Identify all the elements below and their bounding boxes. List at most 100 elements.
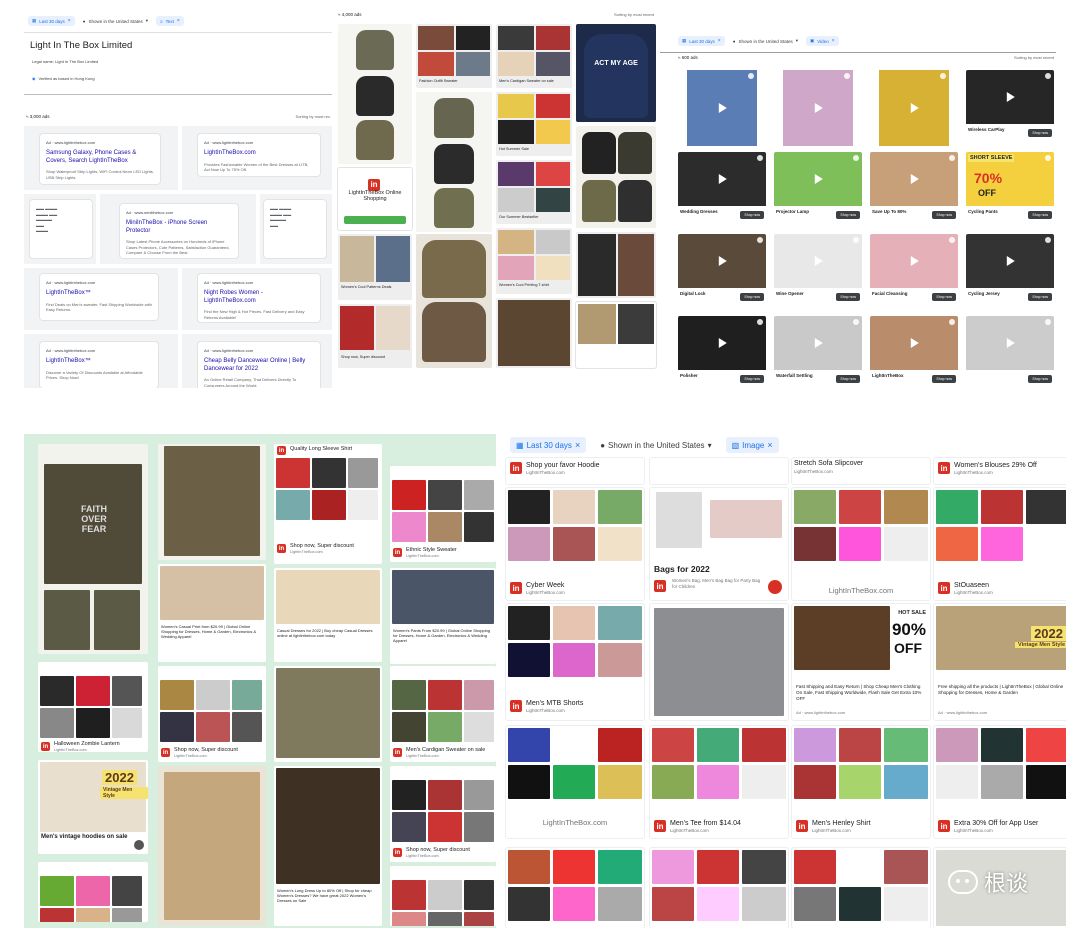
video-thumbnail[interactable]	[678, 152, 766, 206]
ad-tile[interactable]	[576, 232, 656, 298]
ad-tile[interactable]: in Men's MTB Shorts LightInTheBox.com	[506, 604, 644, 720]
info-icon[interactable]	[853, 319, 859, 325]
region-filter-chip[interactable]: ● Shown in the United States ▾	[729, 36, 802, 46]
ad-tile[interactable]	[390, 866, 496, 926]
play-icon[interactable]	[1006, 92, 1015, 102]
video-thumbnail[interactable]	[783, 70, 853, 146]
video-thumbnail[interactable]	[678, 316, 766, 370]
play-icon[interactable]	[718, 256, 727, 266]
video-ad-tile[interactable]: SHORT SLEEVE 70% OFF Cycling Pants Shop now	[966, 152, 1054, 228]
ad-tile[interactable]: Bags for 2022 in Women's Bag, Men's Bag Ba…	[650, 488, 788, 600]
video-ad-tile[interactable]	[774, 70, 862, 146]
ad-tile[interactable]	[338, 24, 412, 164]
ad-tile[interactable]	[576, 302, 656, 368]
video-ad-tile[interactable]: Facial Cleansing Shop now	[870, 234, 958, 310]
ad-tile[interactable]: in Shop now, Super discount LightInTheBox.…	[390, 766, 496, 862]
video-ad-tile[interactable]: Shop now	[966, 316, 1054, 388]
play-icon[interactable]	[1006, 338, 1015, 348]
ad-tile[interactable]: in Shop now, Super discount LightInTheBox.…	[158, 666, 266, 762]
shop-now-button[interactable]: Shop now	[932, 375, 956, 383]
play-icon[interactable]	[814, 338, 823, 348]
region-filter-chip[interactable]: ● Shown in the United States ▾	[594, 438, 717, 453]
ad-tile[interactable]: Women's Pants From $20.99 | Global Onlin…	[390, 568, 496, 664]
video-thumbnail[interactable]	[879, 70, 949, 146]
region-filter-chip[interactable]: ● Shown in the United States ▾	[79, 16, 152, 26]
sort-label[interactable]: Sorting by most rec	[296, 114, 330, 119]
play-icon[interactable]	[1006, 256, 1015, 266]
ad-tile[interactable]: Women's Cool Printing T-shirt	[496, 228, 572, 294]
video-thumbnail[interactable]	[774, 152, 862, 206]
close-icon[interactable]: ×	[68, 18, 71, 24]
date-filter-chip[interactable]: ▦ Last 30 days ×	[510, 437, 587, 453]
ad-tile[interactable]: Quality Long Sleeve Shirt in in Shop now, S…	[274, 444, 382, 564]
ad-tile[interactable]	[792, 848, 930, 928]
ad-card[interactable]: Ad · www.lightinthebox.com Night Robes W…	[198, 274, 320, 322]
video-thumbnail[interactable]	[870, 234, 958, 288]
close-icon[interactable]: ×	[718, 38, 721, 44]
date-filter-chip[interactable]: ▦ Last 30 days ×	[678, 36, 725, 46]
ad-tile[interactable]	[416, 234, 492, 368]
info-icon[interactable]	[757, 237, 763, 243]
close-icon[interactable]: ×	[575, 440, 580, 450]
play-icon[interactable]	[718, 174, 727, 184]
play-icon[interactable]	[814, 103, 823, 113]
video-ad-tile[interactable]	[678, 70, 766, 146]
info-icon[interactable]	[1045, 237, 1051, 243]
play-icon[interactable]	[814, 256, 823, 266]
info-icon[interactable]	[949, 155, 955, 161]
info-icon[interactable]	[1045, 73, 1051, 79]
shop-now-button[interactable]: Shop now	[1028, 375, 1052, 383]
ad-tile[interactable]: Stretch Sofa Slipcover LightInTheBox.com	[792, 458, 930, 484]
shop-now-button[interactable]: Shop now	[1028, 293, 1052, 301]
ad-tile[interactable]: Women's Long Dress Up to 80% Off | Shop …	[274, 766, 382, 926]
ad-tile[interactable]: in Ethnic Style Sweater LightInTheBox.com	[390, 466, 496, 562]
play-icon[interactable]	[910, 338, 919, 348]
ad-tile[interactable]: Women's Casual Print from $20.99 | Globa…	[158, 564, 266, 662]
play-icon[interactable]	[718, 338, 727, 348]
ad-tile[interactable]: Men's Cardigan Sweater on sale	[496, 24, 572, 88]
ad-tile[interactable]	[158, 766, 266, 926]
sort-label[interactable]: Sorting by most recent	[1014, 55, 1054, 60]
video-thumbnail[interactable]	[774, 316, 862, 370]
video-ad-tile[interactable]: Wedding Dresses Shop now	[678, 152, 766, 228]
video-ad-tile[interactable]: Digital Lock Shop now	[678, 234, 766, 310]
ad-tile[interactable]: in Shop your favor Hoodie LightInTheBox.co…	[506, 458, 644, 484]
ad-tile[interactable]: in Cyber Week LightInTheBox.com	[506, 488, 644, 600]
ad-tile[interactable]	[274, 666, 382, 762]
video-thumbnail[interactable]	[966, 234, 1054, 288]
ad-tile[interactable]: in Halloween Zombie Lantern LightInTheBox.…	[38, 662, 148, 752]
ad-tile[interactable]: ACT MY AGE	[576, 24, 656, 122]
shop-now-button[interactable]: Shop now	[836, 211, 860, 219]
ad-tile[interactable]: HOT SALE 90% OFF Fast Shipping and Easy Ret…	[792, 604, 930, 720]
ad-tile[interactable]: in Women's Blouses 29% Off LightInTheBox.c…	[934, 458, 1066, 484]
ad-card-mini[interactable]: ▬▬ ▬▬▬ ▬▬▬ ▬▬ ▬▬▬▬ ▬▬	[264, 200, 326, 258]
video-thumbnail[interactable]	[687, 70, 757, 146]
ad-tile[interactable]: Fashion Outfit Sweater	[416, 24, 492, 88]
shop-now-button[interactable]: Shop now	[1028, 211, 1052, 219]
video-ad-tile[interactable]: Wireless CarPlay Shop now	[966, 70, 1054, 146]
video-ad-tile[interactable]: Save Up To 80% Shop now	[870, 152, 958, 228]
ad-tile[interactable]: 2022 Vintage Men Style Free shipping all t…	[934, 604, 1066, 720]
ad-tile[interactable]	[650, 848, 788, 928]
ad-card[interactable]: Ad · www.lightinthebox.com Cheap Belly D…	[198, 342, 320, 388]
ad-tile[interactable]: in Men's Cardigan Sweater on sale LightInT…	[390, 666, 496, 762]
ad-card[interactable]: Ad · www.lightinthebox.com Samsung Galax…	[40, 134, 160, 184]
ad-tile[interactable]: LightInTheBox.com	[506, 726, 644, 838]
ad-tile[interactable]: in LightInTheBox Online Shopping	[338, 168, 412, 230]
play-icon[interactable]	[910, 256, 919, 266]
close-icon[interactable]: ×	[767, 440, 772, 450]
video-ad-tile[interactable]: Wine Opener Shop now	[774, 234, 862, 310]
video-ad-tile[interactable]: Waterfall Settling Shop now	[774, 316, 862, 388]
play-icon[interactable]	[814, 174, 823, 184]
sort-label[interactable]: Sorting by most recent	[614, 12, 654, 17]
info-icon[interactable]	[853, 155, 859, 161]
video-thumbnail[interactable]	[678, 234, 766, 288]
ad-tile[interactable]	[650, 604, 788, 720]
close-icon[interactable]: ×	[177, 18, 180, 24]
ad-tile[interactable]: Casual Dresses for 2022 | Buy cheap Casu…	[274, 568, 382, 662]
video-ad-tile[interactable]: Polisher Shop now	[678, 316, 766, 388]
format-filter-chip[interactable]: ▧ Image ×	[725, 437, 779, 453]
video-thumbnail[interactable]	[966, 316, 1054, 370]
video-ad-tile[interactable]	[870, 70, 958, 146]
ad-tile[interactable]	[496, 298, 572, 368]
